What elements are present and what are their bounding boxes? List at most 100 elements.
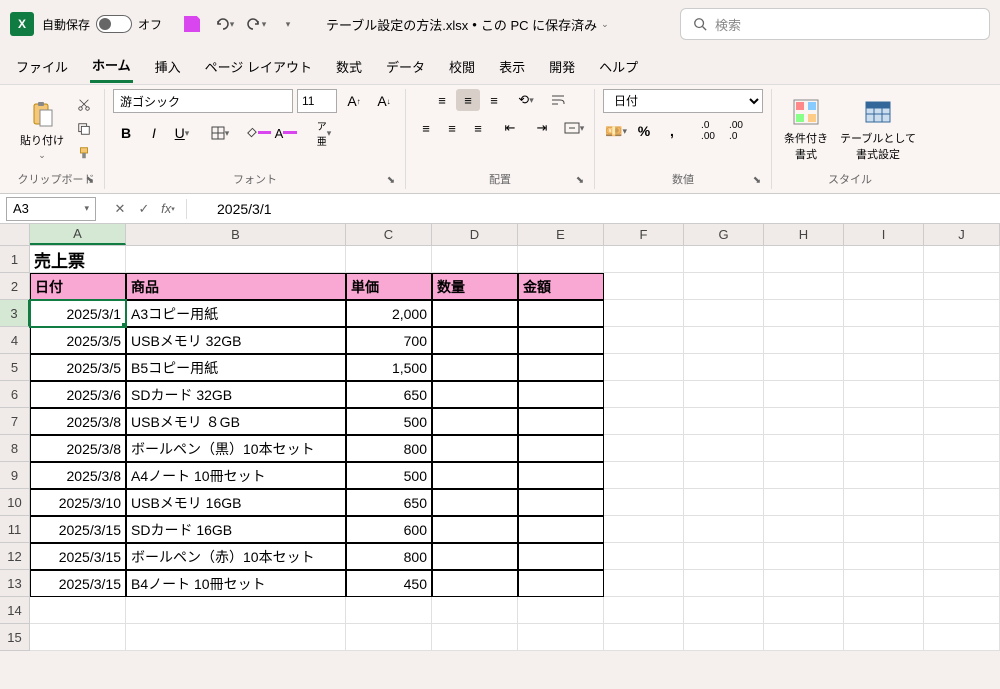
cell[interactable]: 日付 [30, 273, 126, 300]
cell[interactable] [684, 516, 764, 543]
cell[interactable] [432, 624, 518, 651]
row-header-2[interactable]: 2 [0, 273, 30, 300]
cell[interactable] [126, 597, 346, 624]
accounting-format-button[interactable]: 💴▾ [603, 119, 629, 143]
cell[interactable] [924, 327, 1000, 354]
cell[interactable] [604, 327, 684, 354]
tab-挿入[interactable]: 挿入 [153, 51, 183, 82]
cell[interactable] [518, 462, 604, 489]
underline-button[interactable]: U▾ [169, 121, 195, 145]
cell[interactable] [432, 408, 518, 435]
cell[interactable] [30, 624, 126, 651]
column-header-D[interactable]: D [432, 224, 518, 245]
cell[interactable] [684, 246, 764, 273]
cell[interactable] [764, 327, 844, 354]
cell[interactable]: USBメモリ 32GB [126, 327, 346, 354]
cell[interactable] [432, 435, 518, 462]
cell[interactable]: 500 [346, 462, 432, 489]
cell[interactable] [604, 246, 684, 273]
cell[interactable] [518, 516, 604, 543]
cell[interactable]: 2025/3/8 [30, 462, 126, 489]
row-header-4[interactable]: 4 [0, 327, 30, 354]
font-size-input[interactable] [297, 89, 337, 113]
cell[interactable] [924, 489, 1000, 516]
wrap-text-button[interactable] [546, 89, 570, 111]
cell[interactable] [924, 246, 1000, 273]
cell[interactable] [432, 354, 518, 381]
cell[interactable] [604, 273, 684, 300]
cell[interactable] [844, 300, 924, 327]
conditional-format-button[interactable]: 条件付き 書式 [780, 92, 832, 166]
cell[interactable]: 数量 [432, 273, 518, 300]
cell[interactable]: 500 [346, 408, 432, 435]
tab-ホーム[interactable]: ホーム [90, 49, 133, 83]
cell[interactable] [518, 570, 604, 597]
cell[interactable] [604, 489, 684, 516]
cell[interactable]: 2025/3/5 [30, 327, 126, 354]
cell[interactable] [346, 624, 432, 651]
row-header-10[interactable]: 10 [0, 489, 30, 516]
cancel-formula-button[interactable]: ✕ [110, 199, 130, 219]
cell[interactable] [604, 570, 684, 597]
cell[interactable] [432, 462, 518, 489]
cell[interactable] [684, 624, 764, 651]
paste-button[interactable]: 貼り付け ⌄ [16, 94, 68, 165]
column-header-E[interactable]: E [518, 224, 604, 245]
tab-データ[interactable]: データ [384, 51, 427, 82]
cell[interactable] [764, 516, 844, 543]
cell[interactable] [764, 381, 844, 408]
row-header-12[interactable]: 12 [0, 543, 30, 570]
column-header-F[interactable]: F [604, 224, 684, 245]
cell[interactable]: 2,000 [346, 300, 432, 327]
row-header-7[interactable]: 7 [0, 408, 30, 435]
search-input[interactable]: 検索 [680, 8, 990, 40]
name-box[interactable]: A3▾ [6, 197, 96, 221]
cell[interactable] [844, 246, 924, 273]
column-header-G[interactable]: G [684, 224, 764, 245]
cell[interactable] [518, 381, 604, 408]
cut-button[interactable] [72, 94, 96, 116]
cell[interactable]: ボールペン（赤）10本セット [126, 543, 346, 570]
row-header-6[interactable]: 6 [0, 381, 30, 408]
cell[interactable]: 単価 [346, 273, 432, 300]
increase-font-button[interactable]: A↑ [341, 89, 367, 113]
filename[interactable]: テーブル設定の方法.xlsx • この PC に保存済み ⌄ [326, 15, 609, 34]
cell[interactable] [764, 624, 844, 651]
font-color-button[interactable]: A [273, 121, 299, 145]
save-button[interactable] [178, 10, 206, 38]
cell[interactable] [30, 597, 126, 624]
cell[interactable] [604, 381, 684, 408]
cell[interactable]: 650 [346, 489, 432, 516]
tab-ページ レイアウト[interactable]: ページ レイアウト [203, 51, 314, 82]
decrease-decimal-button[interactable]: .00.0 [723, 119, 749, 143]
cell[interactable] [126, 246, 346, 273]
cell[interactable] [432, 327, 518, 354]
cell[interactable] [604, 435, 684, 462]
font-name-input[interactable] [113, 89, 293, 113]
cell[interactable]: B4ノート 10冊セット [126, 570, 346, 597]
cell[interactable]: SDカード 32GB [126, 381, 346, 408]
cell[interactable]: 2025/3/15 [30, 543, 126, 570]
row-header-15[interactable]: 15 [0, 624, 30, 651]
cell[interactable] [764, 489, 844, 516]
tab-開発[interactable]: 開発 [547, 51, 577, 82]
tab-ファイル[interactable]: ファイル [14, 51, 70, 82]
format-painter-button[interactable] [72, 142, 96, 164]
cell[interactable] [924, 354, 1000, 381]
cell[interactable]: 売上票 [30, 246, 126, 273]
tab-校閲[interactable]: 校閲 [447, 51, 477, 82]
cell[interactable] [518, 300, 604, 327]
redo-button[interactable]: ▾ [242, 10, 270, 38]
cell[interactable] [684, 327, 764, 354]
cell[interactable] [518, 435, 604, 462]
format-as-table-button[interactable]: テーブルとして 書式設定 [836, 92, 920, 166]
column-header-C[interactable]: C [346, 224, 432, 245]
align-bottom-button[interactable]: ≡ [482, 89, 506, 111]
cell[interactable]: 2025/3/8 [30, 435, 126, 462]
cell[interactable] [518, 408, 604, 435]
row-header-5[interactable]: 5 [0, 354, 30, 381]
enter-formula-button[interactable]: ✓ [134, 199, 154, 219]
cell[interactable] [684, 273, 764, 300]
cell[interactable] [604, 516, 684, 543]
cell[interactable] [924, 381, 1000, 408]
